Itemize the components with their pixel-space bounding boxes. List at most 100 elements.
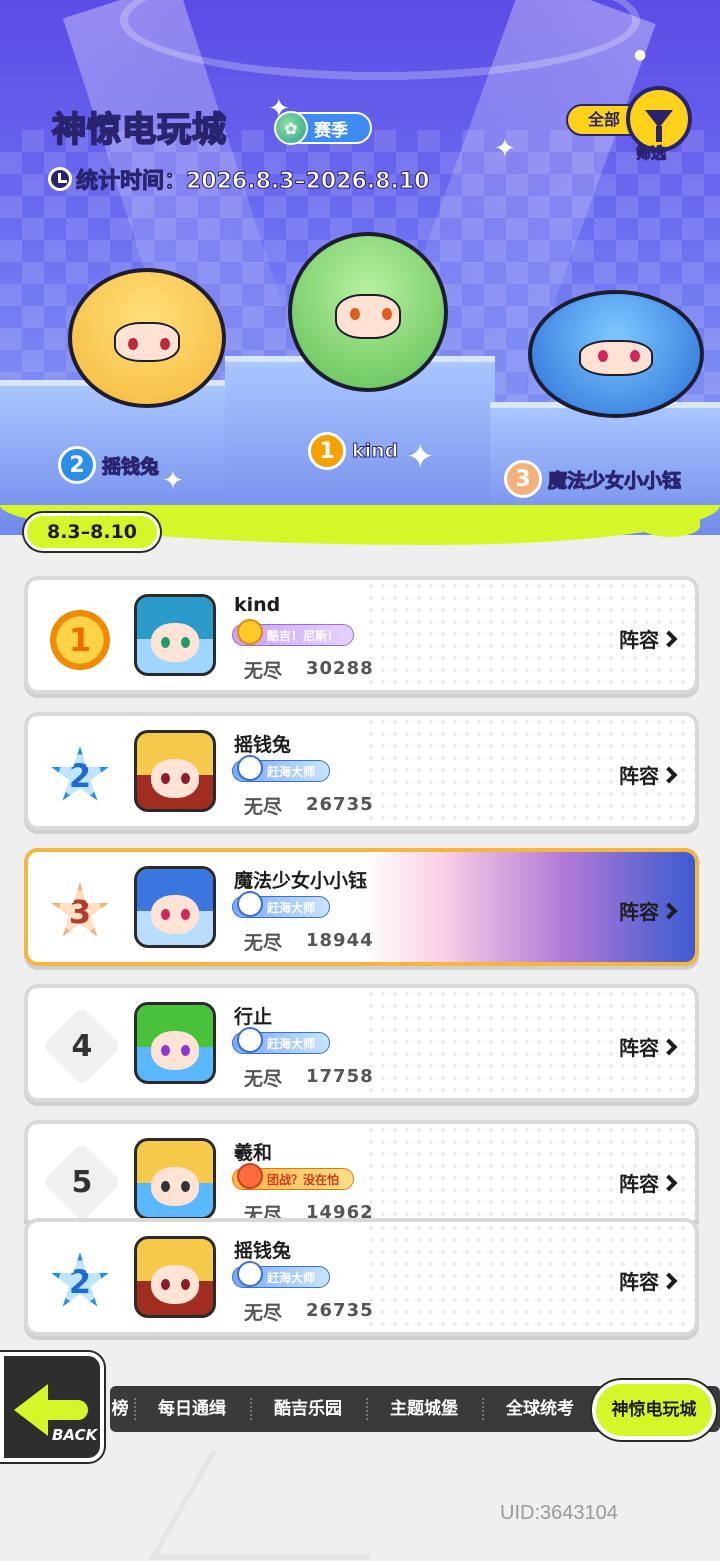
- player-title-badge: 赶海大师: [232, 1261, 331, 1288]
- lineup-button[interactable]: 阵容: [619, 1168, 678, 1197]
- back-label: BACK: [52, 1426, 98, 1444]
- stat-time: 统计时间：2026.8.3–2026.8.10: [48, 163, 430, 195]
- player-name: 行止: [234, 1006, 273, 1028]
- rank-medal: 3: [504, 460, 542, 498]
- third-place-character[interactable]: [528, 290, 704, 418]
- sparkle-icon: ✦: [406, 437, 435, 477]
- tab-theme-castle[interactable]: 主题城堡: [372, 1386, 476, 1432]
- sparkle-icon: ✦: [494, 134, 516, 164]
- mode-label: 无尽: [244, 1204, 283, 1220]
- trophy-icon: [237, 619, 263, 645]
- avatar[interactable]: [134, 1138, 216, 1220]
- avatar[interactable]: [134, 1002, 216, 1084]
- rank-medal: 4: [42, 1006, 122, 1086]
- rank-row[interactable]: 1 kind 酷吉！尼斯！ 无尽 30288 阵容: [24, 576, 699, 694]
- first-place-character[interactable]: [288, 232, 448, 392]
- penguin-icon: [237, 891, 263, 917]
- score: 26735: [306, 1300, 374, 1321]
- filter-label: 筛选: [635, 144, 667, 163]
- date-range-pill: 8.3–8.10: [24, 513, 160, 551]
- rank-row[interactable]: 4 行止 赶海大师 无尽 17758 阵容: [24, 984, 699, 1102]
- player-name: 魔法少女小小钰: [234, 870, 368, 892]
- penguin-icon: [237, 1261, 263, 1287]
- tab-kuji-park[interactable]: 酷吉乐园: [256, 1386, 360, 1432]
- mode-label: 无尽: [244, 1302, 283, 1324]
- rank-medal: 2: [58, 446, 96, 484]
- sparkle-icon: ✦: [268, 94, 290, 124]
- player-name: 摇钱兔: [234, 734, 292, 756]
- rank-medal: 1: [50, 610, 110, 670]
- score: 18944: [306, 930, 374, 951]
- chevron-right-icon: [660, 902, 678, 919]
- lineup-button[interactable]: 阵容: [619, 896, 678, 925]
- player-name: 羲和: [234, 1142, 273, 1164]
- tab-partial[interactable]: 榜: [110, 1386, 130, 1432]
- penguin-icon: [237, 1027, 263, 1053]
- player-title-badge: 赶海大师: [232, 755, 331, 782]
- rank-row[interactable]: 2 摇钱兔 赶海大师 无尽 26735 阵容: [24, 712, 699, 830]
- back-arrow-icon: [14, 1384, 48, 1436]
- my-rank-row[interactable]: 2 摇钱兔 赶海大师 无尽 26735 阵容: [24, 1218, 699, 1336]
- back-arrow-tail: [44, 1400, 88, 1420]
- tab-daily-wanted[interactable]: 每日通缉: [140, 1386, 244, 1432]
- mode-label: 无尽: [244, 660, 283, 682]
- season-badge[interactable]: ✿ 赛季: [274, 111, 372, 145]
- mode-label: 无尽: [244, 932, 283, 954]
- chevron-right-icon: [660, 1272, 678, 1289]
- rank-medal: 2: [51, 746, 109, 801]
- score: 17758: [306, 1066, 374, 1087]
- tab-separator: [250, 1398, 254, 1420]
- player-name: 摇钱兔: [234, 1240, 292, 1262]
- chevron-right-icon: [660, 766, 678, 783]
- lineup-button[interactable]: 阵容: [619, 1032, 678, 1061]
- chevron-right-icon: [660, 630, 678, 647]
- slime-drip: [640, 515, 700, 537]
- player-name: kind: [234, 594, 281, 616]
- lineup-button[interactable]: 阵容: [619, 624, 678, 653]
- player-title-badge: 团战？没在怕: [232, 1163, 355, 1190]
- podium-third-label: 3 魔法少女小小钰: [504, 460, 682, 498]
- mode-label: 无尽: [244, 796, 283, 818]
- chevron-right-icon: [660, 1174, 678, 1191]
- decorative-swoosh: [148, 1450, 432, 1560]
- podium-third-name: 魔法少女小小钰: [547, 469, 682, 492]
- rank-row[interactable]: 5 羲和 团战？没在怕 无尽 14962 阵容: [24, 1120, 699, 1220]
- rank-row[interactable]: 3 魔法少女小小钰 赶海大师 无尽 18944 阵容: [24, 848, 699, 966]
- stat-time-text: 统计时间：2026.8.3–2026.8.10: [75, 169, 430, 195]
- sparkle-icon: ●: [634, 47, 647, 63]
- funnel-icon: [645, 110, 673, 142]
- back-button[interactable]: BACK: [0, 1352, 104, 1462]
- uid-label: UID:3643104: [500, 1502, 618, 1524]
- avatar[interactable]: [134, 594, 216, 676]
- tab-separator: [482, 1398, 486, 1420]
- podium-first-label: 1 kind: [308, 432, 399, 470]
- player-title-badge: 酷吉！尼斯！: [232, 619, 355, 646]
- maple-leaf-icon: [237, 1163, 263, 1189]
- hero-banner: 神惊电玩城 ✿ 赛季 统计时间：2026.8.3–2026.8.10 全部 筛选…: [0, 0, 720, 535]
- mode-label: 无尽: [244, 1068, 283, 1090]
- podium-second-name: 摇钱兔: [101, 455, 160, 478]
- tab-separator: [366, 1398, 370, 1420]
- rank-medal: 2: [51, 1252, 109, 1307]
- avatar[interactable]: [134, 866, 216, 948]
- avatar[interactable]: [134, 1236, 216, 1318]
- sparkle-icon: ✦: [162, 466, 184, 496]
- rank-medal: 3: [51, 882, 109, 937]
- clock-icon: [48, 167, 72, 191]
- score: 26735: [306, 794, 374, 815]
- lineup-button[interactable]: 阵容: [619, 760, 678, 789]
- tab-global-exam[interactable]: 全球统考: [488, 1386, 592, 1432]
- tab-separator: [134, 1398, 138, 1420]
- player-title-badge: 赶海大师: [232, 891, 331, 918]
- penguin-icon: [237, 755, 263, 781]
- podium-second-label: 2 摇钱兔: [58, 446, 160, 484]
- avatar[interactable]: [134, 730, 216, 812]
- tab-arcade-active[interactable]: 神惊电玩城: [592, 1380, 716, 1440]
- page-title: 神惊电玩城: [51, 109, 227, 151]
- lineup-button[interactable]: 阵容: [619, 1266, 678, 1295]
- chevron-right-icon: [660, 1038, 678, 1055]
- season-label: 赛季: [314, 120, 348, 141]
- score: 30288: [306, 658, 374, 679]
- podium-first-name: kind: [351, 440, 399, 463]
- second-place-character[interactable]: [68, 268, 226, 408]
